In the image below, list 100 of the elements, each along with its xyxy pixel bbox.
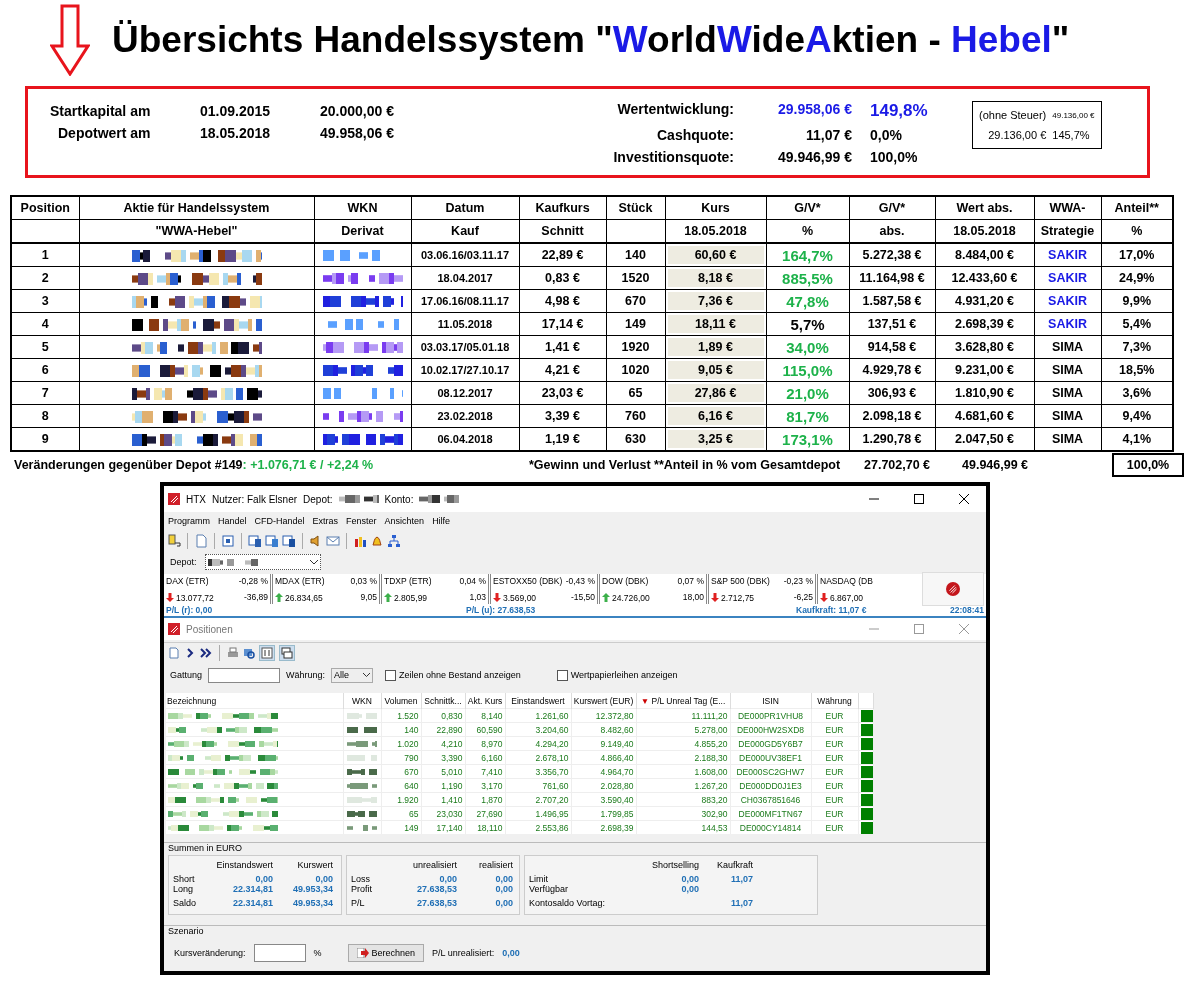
depot-dropdown[interactable] — [204, 554, 321, 570]
menu-item[interactable]: CFD-Handel — [254, 516, 305, 526]
menu-item[interactable]: Programm — [168, 516, 210, 526]
table-cell: 2.047,50 € — [954, 432, 1015, 446]
table-cell: 1,89 € — [698, 340, 733, 354]
document-icon[interactable] — [194, 534, 208, 548]
blurred-text — [347, 727, 377, 734]
blurred-text — [347, 713, 377, 720]
table-cell: 3.204,60 — [535, 724, 569, 735]
table-cell: 2.028,80 — [600, 780, 634, 791]
sum-value: 0,00 — [314, 874, 333, 884]
checkbox[interactable] — [385, 669, 397, 681]
window-icon[interactable] — [248, 534, 262, 548]
column-header: "WWA-Hebel" — [155, 224, 238, 238]
window-icon[interactable] — [282, 534, 296, 548]
ticker-value: 24.726,00 — [612, 592, 650, 603]
table-cell: 27,86 € — [694, 386, 737, 400]
table-cell: 5 — [41, 340, 49, 354]
menu-item[interactable]: Hilfe — [432, 516, 451, 526]
table-cell: 2.678,10 — [535, 752, 569, 763]
column-header: realisiert — [478, 860, 513, 872]
table-cell: SIMA — [1051, 340, 1084, 354]
blurred-text — [347, 825, 377, 832]
column-header[interactable]: Kurswert (EUR) — [573, 695, 634, 706]
table-cell: DE000MF1TN67 — [738, 808, 803, 819]
table-cell: 4.929,78 € — [862, 363, 922, 377]
column-header: Kurswert — [296, 860, 333, 872]
envelope-icon[interactable] — [326, 534, 340, 548]
depot-label: Depot: — [303, 493, 333, 505]
table-cell: 7,410 — [481, 766, 503, 777]
column-header[interactable]: Bezeichnung — [167, 695, 217, 706]
column-header[interactable]: Währung — [817, 695, 852, 706]
window-icon[interactable] — [265, 534, 279, 548]
field-label: Währung: — [286, 670, 326, 680]
table-cell: 9,05 € — [698, 363, 733, 377]
column-header[interactable]: Akt. Kurs — [467, 695, 503, 706]
table-cell: 23,03 € — [541, 386, 584, 400]
column-icon[interactable] — [259, 645, 275, 661]
column-header: Stück — [618, 201, 653, 215]
status-text: P/L (u): 27.638,53 — [466, 605, 537, 615]
sum-value: 11,07 — [729, 874, 753, 884]
sum-value: 27.638,53 — [415, 898, 457, 908]
maximize-icon[interactable] — [913, 494, 924, 504]
column-header[interactable]: Einstandswert — [511, 695, 565, 706]
column-header[interactable]: ISIN — [762, 695, 779, 706]
table-cell: 21,0% — [786, 384, 829, 402]
blurred-text — [419, 495, 460, 503]
menu-item[interactable]: Extras — [312, 516, 339, 526]
column-header[interactable]: WKN — [352, 695, 372, 706]
chevron-right-icon[interactable] — [184, 647, 196, 659]
table-cell: 8 — [41, 409, 49, 423]
blurred-text — [347, 797, 377, 804]
table-cell: 149 — [404, 822, 419, 833]
window-icon[interactable] — [279, 645, 295, 661]
sum-value: 11,07 — [729, 898, 753, 908]
close-icon[interactable] — [958, 494, 969, 504]
window-icon[interactable] — [221, 534, 235, 548]
menu-item[interactable]: Handel — [218, 516, 247, 526]
table-cell: 2.698,39 — [600, 822, 634, 833]
row-label: Long — [173, 884, 195, 894]
chart-icon[interactable] — [353, 534, 367, 548]
depot-label: Depot: — [170, 557, 197, 567]
table-cell: 1.608,00 — [694, 766, 728, 777]
bell-icon[interactable] — [370, 534, 384, 548]
table-cell: DE000GD5Y6B7 — [738, 738, 803, 749]
summary-percent: 0,0% — [869, 127, 903, 143]
table-cell: 3,170 — [481, 780, 503, 791]
column-header[interactable]: Volumen — [384, 695, 418, 706]
column-header: Wert abs. — [956, 201, 1013, 215]
column-header[interactable]: ▼ P/L Unreal Tag (E... — [640, 695, 726, 706]
field-label: Gattung — [170, 670, 203, 680]
printer-icon[interactable] — [227, 647, 239, 659]
double-chevron-icon[interactable] — [200, 647, 212, 659]
document-icon[interactable] — [168, 647, 180, 659]
table-cell: 2.188,30 — [694, 752, 728, 763]
column-header: Schnitt — [541, 224, 584, 238]
table-cell: 17.06.16/08.11.17 — [420, 295, 510, 307]
table-cell: 1520 — [621, 271, 650, 285]
blurred-text — [207, 558, 258, 566]
table-cell: 3.356,70 — [535, 766, 569, 777]
input-field[interactable] — [208, 667, 281, 683]
menu-item[interactable]: Ansichten — [384, 516, 425, 526]
column-header: G/V* — [794, 201, 821, 215]
column-header[interactable]: Schnittk... — [424, 695, 462, 706]
ticker-value: 6.867,00 — [830, 592, 864, 603]
network-icon[interactable] — [387, 534, 401, 548]
summary-percent: 149,8% — [869, 101, 929, 121]
currency-dropdown[interactable]: Alle — [331, 667, 374, 683]
checkbox-label: Zeilen ohne Bestand anzeigen — [399, 670, 521, 680]
calculate-button[interactable]: Berechnen — [347, 944, 425, 962]
input-field[interactable] — [253, 944, 306, 962]
key-icon[interactable] — [167, 534, 181, 548]
table-cell: EUR — [825, 724, 844, 735]
checkbox[interactable] — [556, 669, 568, 681]
table-cell: 2 — [41, 271, 49, 285]
table-cell: SAKIR — [1048, 271, 1087, 285]
table-cell: 9.149,40 — [600, 738, 634, 749]
menu-item[interactable]: Fenster — [346, 516, 377, 526]
ticker-percent: 0,04 % — [459, 576, 486, 588]
table-cell: 18,11 € — [695, 317, 736, 331]
